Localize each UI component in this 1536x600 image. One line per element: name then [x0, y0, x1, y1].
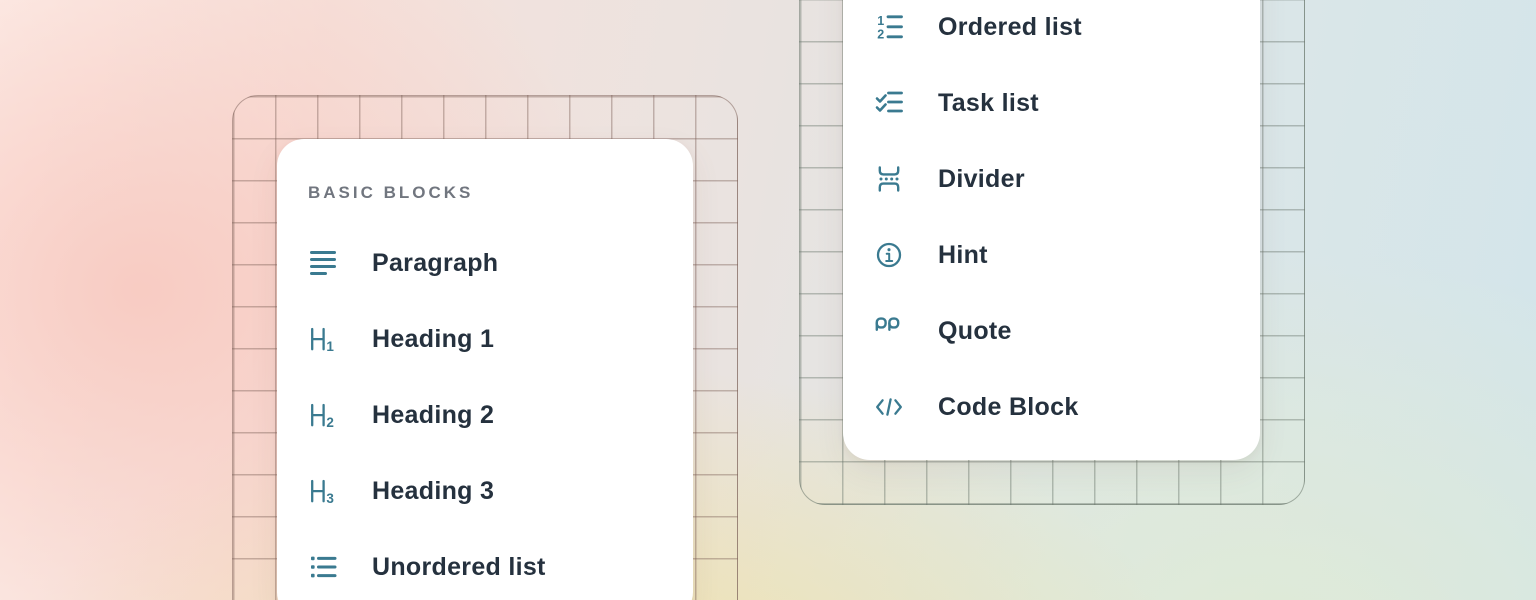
- menu-item-label: Task list: [938, 89, 1039, 118]
- ordered-list-icon: 12: [874, 12, 904, 42]
- menu-item-label: Ordered list: [938, 13, 1082, 42]
- menu-item-heading-1[interactable]: 1 Heading 1: [277, 301, 693, 377]
- menu-item-paragraph[interactable]: Paragraph: [277, 225, 693, 301]
- svg-text:2: 2: [877, 28, 884, 42]
- unordered-list-icon: [308, 552, 338, 582]
- menu-item-label: Divider: [938, 165, 1025, 194]
- menu-item-quote[interactable]: Quote: [843, 293, 1260, 369]
- svg-text:1: 1: [877, 14, 884, 28]
- menu-item-heading-2[interactable]: 2 Heading 2: [277, 377, 693, 453]
- menu-item-label: Paragraph: [372, 249, 498, 278]
- background: BASIC BLOCKS Paragraph 1 Heading 1 2 Heading…: [0, 0, 1536, 600]
- menu-item-label: Unordered list: [372, 553, 546, 582]
- heading-3-icon: 3: [308, 476, 338, 506]
- blocks-panel-right: 12 Ordered list Task list Divider Hint Quote C…: [843, 0, 1260, 460]
- menu-item-heading-3[interactable]: 3 Heading 3: [277, 453, 693, 529]
- menu-item-unordered-list[interactable]: Unordered list: [277, 529, 693, 600]
- quote-icon: [874, 316, 904, 346]
- hint-icon: [874, 240, 904, 270]
- menu-item-label: Heading 1: [372, 325, 494, 354]
- blocks-menu-right: 12 Ordered list Task list Divider Hint Quote C…: [843, 0, 1260, 445]
- code-block-icon: [874, 392, 904, 422]
- heading-2-icon: 2: [308, 400, 338, 430]
- menu-item-label: Quote: [938, 317, 1012, 346]
- heading-1-icon: 1: [308, 324, 338, 354]
- paragraph-icon: [308, 248, 338, 278]
- menu-item-code-block[interactable]: Code Block: [843, 369, 1260, 445]
- svg-text:2: 2: [326, 415, 334, 430]
- menu-item-ordered-list[interactable]: 12 Ordered list: [843, 0, 1260, 65]
- menu-item-task-list[interactable]: Task list: [843, 65, 1260, 141]
- svg-text:1: 1: [326, 339, 334, 354]
- basic-blocks-panel: BASIC BLOCKS Paragraph 1 Heading 1 2 Heading…: [277, 139, 693, 600]
- menu-item-label: Heading 2: [372, 401, 494, 430]
- basic-blocks-menu: Paragraph 1 Heading 1 2 Heading 2 3 Heading 3 U…: [277, 225, 693, 600]
- menu-item-label: Code Block: [938, 393, 1079, 422]
- menu-item-label: Hint: [938, 241, 988, 270]
- svg-text:3: 3: [326, 491, 334, 506]
- menu-item-label: Heading 3: [372, 477, 494, 506]
- menu-item-hint[interactable]: Hint: [843, 217, 1260, 293]
- task-list-icon: [874, 88, 904, 118]
- menu-item-divider[interactable]: Divider: [843, 141, 1260, 217]
- section-label: BASIC BLOCKS: [308, 183, 693, 203]
- divider-icon: [874, 164, 904, 194]
